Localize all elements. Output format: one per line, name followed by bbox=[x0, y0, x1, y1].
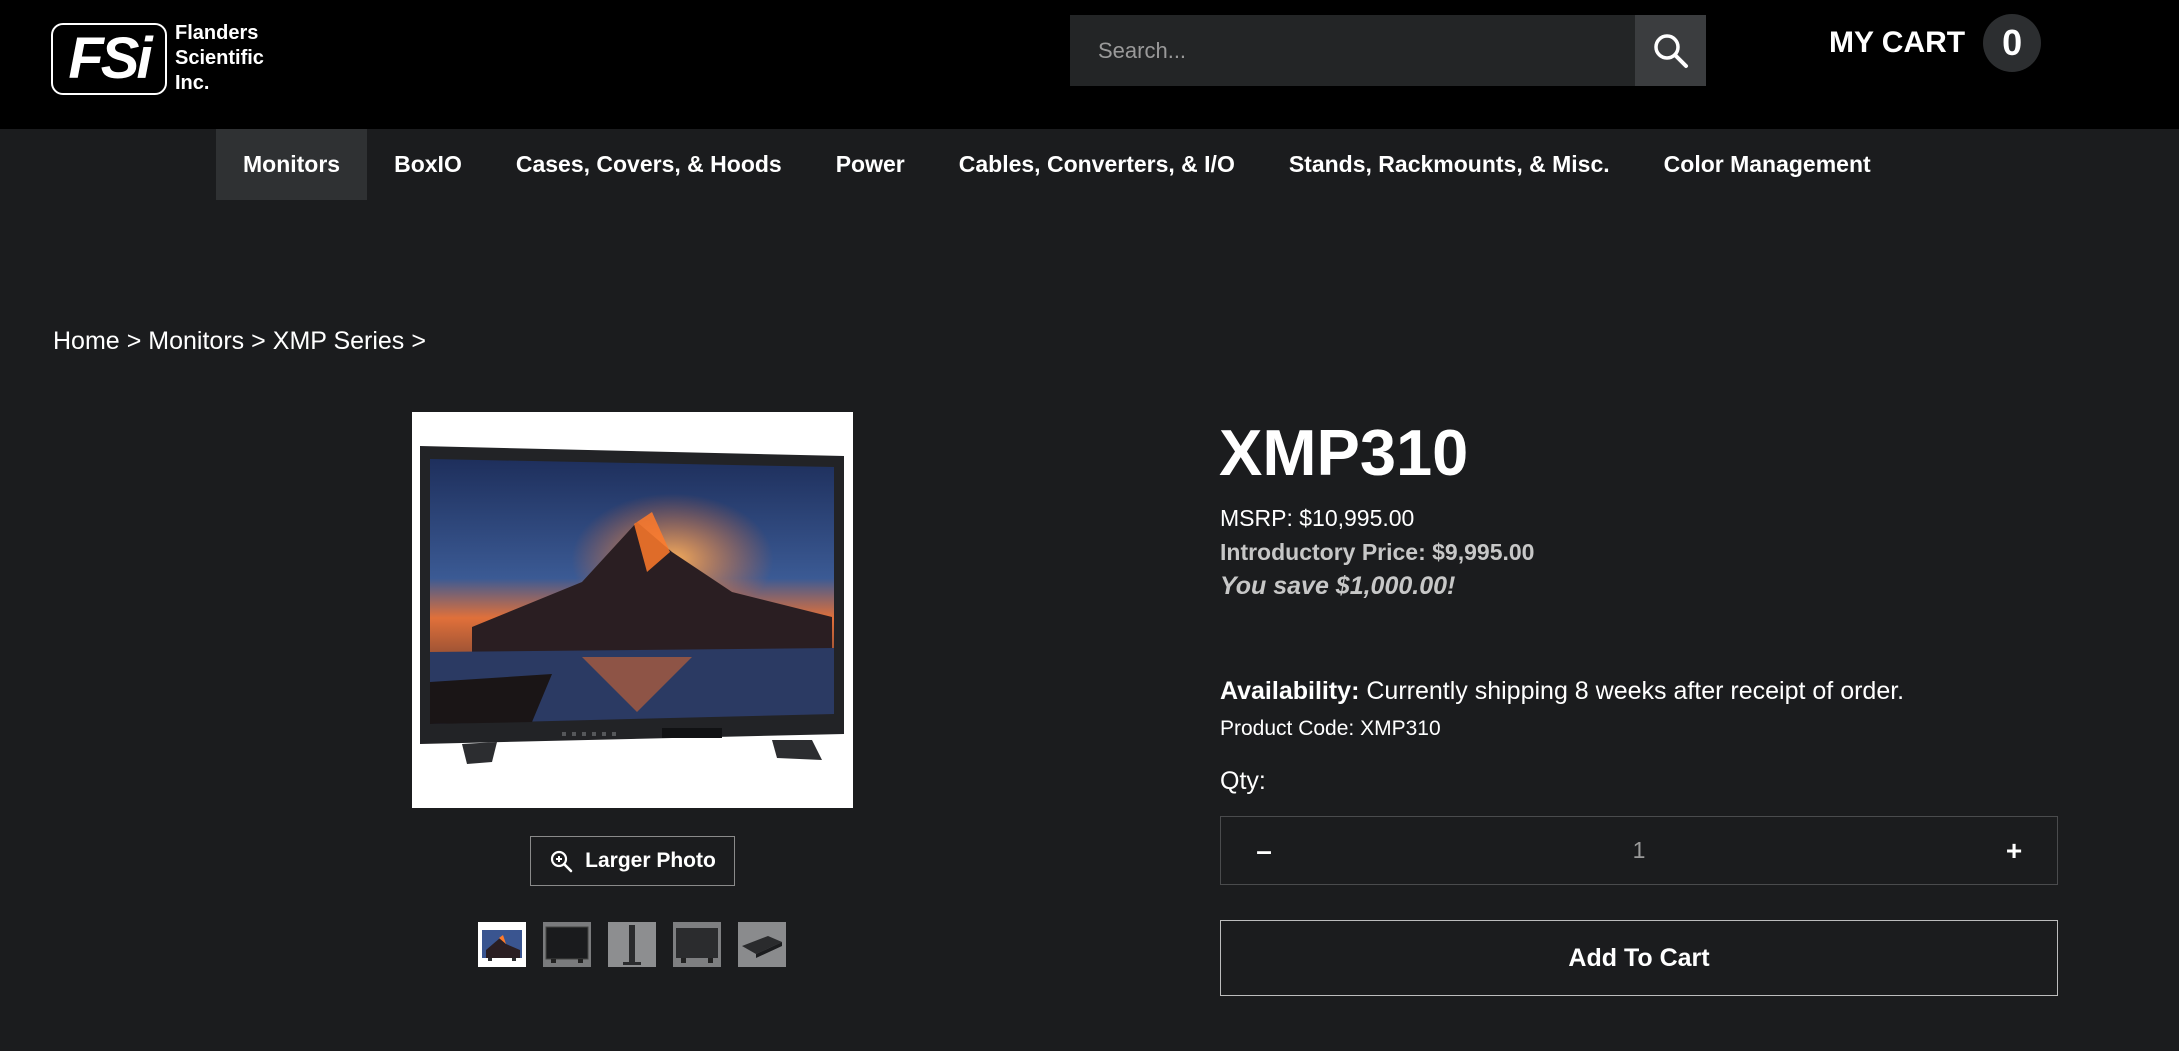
larger-photo-button[interactable]: Larger Photo bbox=[530, 836, 735, 886]
search-icon bbox=[1653, 33, 1688, 68]
larger-photo-label: Larger Photo bbox=[585, 849, 716, 872]
breadcrumb-separator: > bbox=[126, 327, 142, 355]
quantity-stepper: – + bbox=[1220, 816, 2058, 885]
thumbnail-strip bbox=[478, 922, 803, 967]
search-input[interactable] bbox=[1070, 15, 1635, 86]
breadcrumb-home[interactable]: Home bbox=[53, 327, 120, 356]
product-availability: Availability: Currently shipping 8 weeks… bbox=[1220, 677, 1904, 706]
search-button[interactable] bbox=[1635, 15, 1706, 86]
breadcrumb-separator: > bbox=[411, 327, 426, 355]
nav-item-cables-converters-io[interactable]: Cables, Converters, & I/O bbox=[932, 129, 1262, 200]
fsi-logo[interactable]: FSi Flanders Scientific Inc. bbox=[51, 21, 264, 96]
cart-label: MY CART bbox=[1829, 26, 1966, 59]
product-title: XMP310 bbox=[1219, 416, 1469, 489]
site-header: FSi Flanders Scientific Inc. MY CART 0 bbox=[0, 0, 2179, 129]
thumbnail-side[interactable] bbox=[608, 922, 656, 967]
logo-line-3: Inc. bbox=[175, 72, 210, 94]
product-savings: You save $1,000.00! bbox=[1220, 572, 1456, 600]
nav-item-monitors[interactable]: Monitors bbox=[216, 129, 368, 200]
breadcrumb-monitors[interactable]: Monitors bbox=[148, 327, 244, 356]
breadcrumb-xmp-series[interactable]: XMP Series bbox=[273, 327, 405, 356]
nav-item-stands-rackmounts-misc[interactable]: Stands, Rackmounts, & Misc. bbox=[1262, 129, 1637, 200]
qty-input[interactable] bbox=[1307, 837, 1971, 864]
logo-line-1: Flanders bbox=[175, 22, 259, 44]
nav-item-color-management[interactable]: Color Management bbox=[1637, 129, 1898, 200]
zoom-in-icon bbox=[551, 850, 573, 873]
fsi-logo-mark: FSi bbox=[51, 22, 167, 95]
qty-label: Qty: bbox=[1220, 767, 1266, 795]
qty-increase-button[interactable]: + bbox=[1971, 817, 2057, 884]
cart-count-badge: 0 bbox=[1983, 14, 2042, 72]
main-nav-list: Monitors BoxIO Cases, Covers, & Hoods Po… bbox=[216, 129, 1898, 200]
nav-item-power[interactable]: Power bbox=[809, 129, 932, 200]
product-msrp: MSRP: $10,995.00 bbox=[1220, 505, 1415, 531]
thumbnail-front-volcano[interactable] bbox=[478, 922, 526, 967]
breadcrumb-separator: > bbox=[251, 327, 266, 355]
availability-value: Currently shipping 8 weeks after receipt… bbox=[1366, 677, 1905, 705]
thumbnail-angle[interactable] bbox=[738, 922, 786, 967]
product-main-image[interactable] bbox=[412, 412, 853, 808]
thumbnail-back[interactable] bbox=[673, 922, 721, 967]
availability-label: Availability: bbox=[1220, 677, 1360, 705]
cart-button[interactable]: MY CART 0 bbox=[1829, 14, 2042, 72]
fsi-logo-text: Flanders Scientific Inc. bbox=[175, 21, 264, 96]
logo-line-2: Scientific bbox=[175, 47, 264, 69]
add-to-cart-button[interactable]: Add To Cart bbox=[1220, 920, 2058, 996]
nav-item-boxio[interactable]: BoxIO bbox=[367, 129, 489, 200]
monitor-illustration bbox=[412, 412, 853, 808]
product-intro-price: Introductory Price: $9,995.00 bbox=[1220, 539, 1535, 565]
nav-item-cases-covers-hoods[interactable]: Cases, Covers, & Hoods bbox=[489, 129, 809, 200]
qty-decrease-button[interactable]: – bbox=[1221, 817, 1307, 884]
search-bar bbox=[1070, 15, 1706, 86]
thumbnail-front-dark[interactable] bbox=[543, 922, 591, 967]
breadcrumb: Home > Monitors > XMP Series > bbox=[53, 327, 433, 356]
product-code: Product Code: XMP310 bbox=[1220, 717, 1441, 740]
main-nav: Monitors BoxIO Cases, Covers, & Hoods Po… bbox=[0, 129, 2179, 200]
fsi-logo-mark-text: FSi bbox=[68, 25, 152, 91]
